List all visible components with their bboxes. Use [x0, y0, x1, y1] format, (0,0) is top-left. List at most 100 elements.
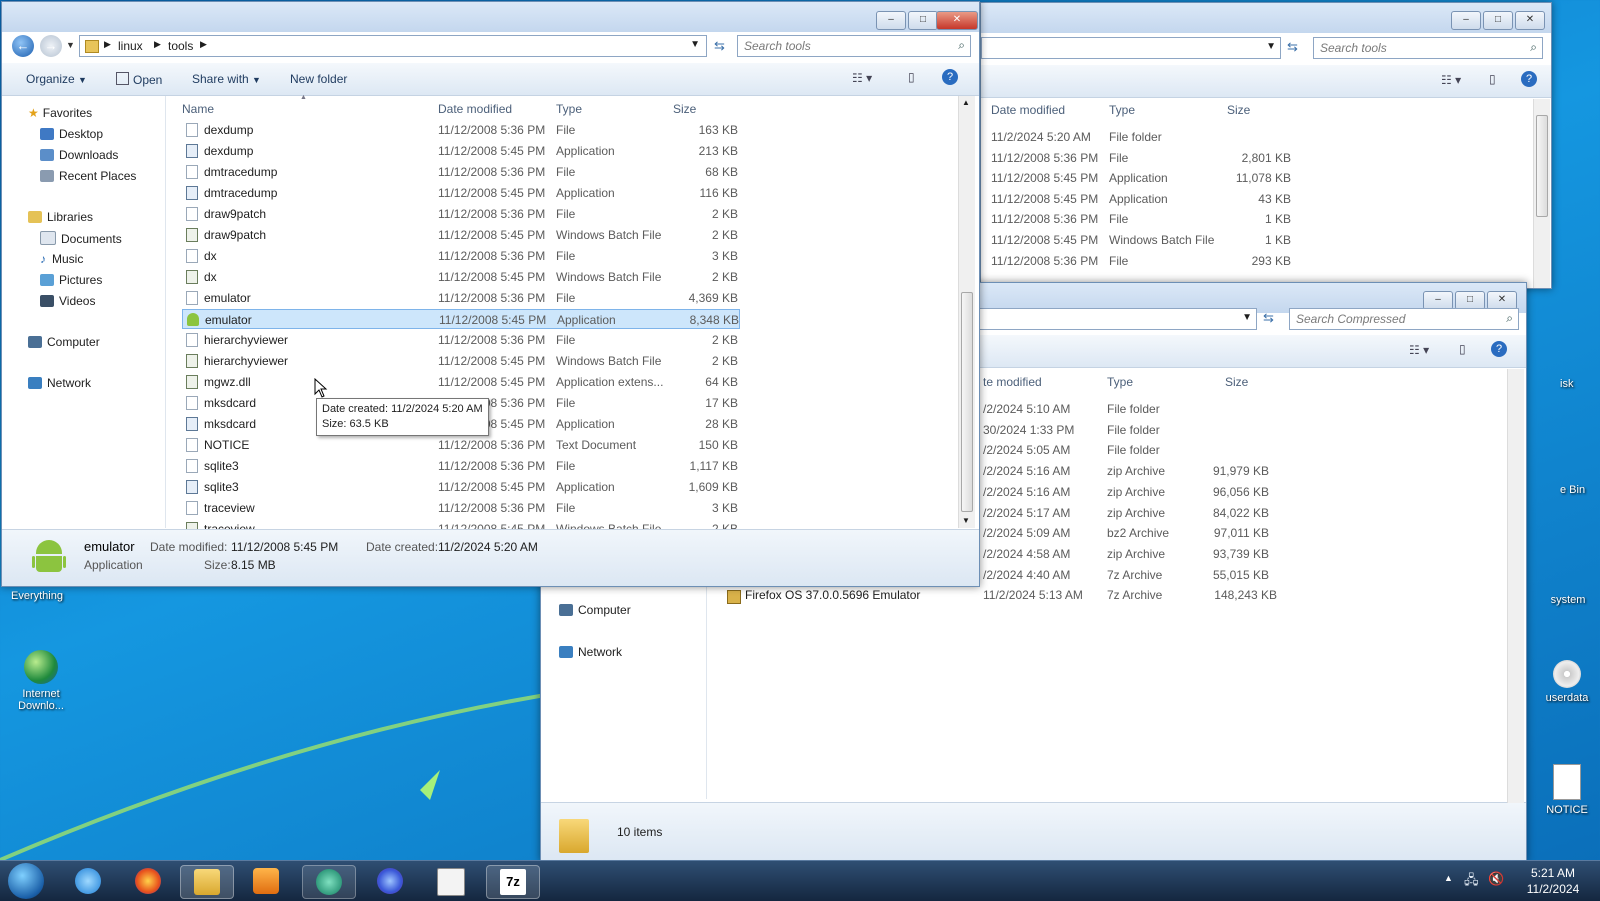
file-row[interactable]: 11/2/2024 5:20 AM File folder: [991, 130, 1301, 150]
title-bar[interactable]: [2, 2, 979, 32]
file-row[interactable]: 11/12/2008 5:36 PM File 2,801 KB: [991, 151, 1301, 171]
file-row[interactable]: sqlite3 11/12/2008 5:36 PM File 1,117 KB: [182, 456, 740, 476]
file-row[interactable]: dexdump 11/12/2008 5:36 PM File 163 KB: [182, 120, 740, 140]
nav-item-computer[interactable]: Computer: [28, 335, 100, 349]
nav-item-downloads[interactable]: Downloads: [40, 148, 118, 162]
file-row[interactable]: /2/2024 4:40 AM 7z Archive 55,015 KB: [983, 568, 1283, 588]
recent-pages-dropdown-icon[interactable]: ▼: [66, 40, 75, 50]
file-row[interactable]: 11/12/2008 5:45 PM Windows Batch File 1 KB: [991, 233, 1301, 253]
start-orb-button[interactable]: [8, 863, 44, 899]
scroll-down-arrow-icon[interactable]: ▼: [962, 516, 970, 525]
column-header-name[interactable]: Name: [182, 102, 214, 116]
column-header-date[interactable]: te modified: [983, 375, 1042, 389]
taskbar-firefox-dev[interactable]: [364, 865, 416, 897]
file-row[interactable]: hierarchyviewer 11/12/2008 5:45 PM Windows…: [182, 351, 740, 371]
nav-item-libraries[interactable]: Libraries: [28, 210, 93, 224]
file-row[interactable]: sqlite3 11/12/2008 5:45 PM Application 1,60…: [182, 477, 740, 497]
new-folder-button[interactable]: New folder: [290, 72, 347, 86]
address-bar[interactable]: ▶ linux ▶ tools ▶ ▼: [79, 35, 707, 57]
desktop-icon-disk[interactable]: isk: [1560, 378, 1600, 390]
search-input[interactable]: Search tools ⌕: [1313, 37, 1543, 59]
help-icon[interactable]: ?: [1521, 71, 1537, 87]
file-row[interactable]: emulator 11/12/2008 5:36 PM File 4,369 KB: [182, 288, 740, 308]
file-row[interactable]: NOTICE 11/12/2008 5:36 PM Text Document 150…: [182, 435, 740, 455]
volume-muted-icon[interactable]: 🔇: [1488, 871, 1504, 887]
taskbar-firefox[interactable]: [122, 865, 174, 897]
view-options-icon[interactable]: ☷ ▾: [1409, 343, 1429, 357]
taskbar-internet-explorer[interactable]: [62, 865, 114, 897]
search-icon[interactable]: ⌕: [1506, 311, 1513, 326]
file-row[interactable]: hierarchyviewer 11/12/2008 5:36 PM File 2 K…: [182, 330, 740, 350]
back-button[interactable]: ←: [12, 35, 34, 57]
taskbar-file-explorer[interactable]: [180, 865, 234, 899]
file-row[interactable]: 11/12/2008 5:36 PM File 293 KB: [991, 254, 1301, 274]
desktop-icon-everything[interactable]: Everything: [2, 590, 72, 602]
close-button[interactable]: ✕: [936, 11, 978, 30]
file-row[interactable]: draw9patch 11/12/2008 5:45 PM Windows Batc…: [182, 225, 740, 245]
column-header-type[interactable]: Type: [556, 102, 582, 116]
file-row[interactable]: /2/2024 5:05 AM File folder: [983, 443, 1283, 463]
breadcrumb-linux[interactable]: linux: [118, 39, 143, 53]
nav-item-desktop[interactable]: Desktop: [40, 127, 103, 141]
vertical-scrollbar[interactable]: ▲ ▼: [958, 96, 975, 528]
column-header-size[interactable]: Size: [1227, 103, 1250, 117]
nav-item-computer[interactable]: Computer: [559, 603, 631, 617]
file-row[interactable]: emulator 11/12/2008 5:45 PM Application 8,3…: [182, 309, 740, 329]
share-with-button[interactable]: Share with ▼: [192, 72, 261, 86]
nav-item-recent-places[interactable]: Recent Places: [40, 169, 136, 183]
file-row[interactable]: dmtracedump 11/12/2008 5:45 PM Application…: [182, 183, 740, 203]
file-row[interactable]: /2/2024 5:16 AM zip Archive 91,979 KB: [983, 464, 1283, 484]
network-tray-icon[interactable]: 🖧: [1464, 871, 1479, 893]
search-icon[interactable]: ⌕: [1530, 40, 1537, 55]
show-hidden-icons-icon[interactable]: ▲: [1444, 873, 1453, 883]
close-button[interactable]: ✕: [1515, 11, 1545, 30]
file-row[interactable]: 30/2024 1:33 PM File folder: [983, 423, 1283, 443]
clock[interactable]: 5:21 AM 11/2/2024: [1518, 865, 1588, 897]
explorer-window-main[interactable]: – □ ✕ ← → ▼ ▶ linux ▶ tools ▶ ▼ ⇆ Search…: [1, 1, 980, 587]
dropdown-arrow-icon[interactable]: ▼: [1242, 312, 1252, 323]
preview-pane-icon[interactable]: ▯: [908, 70, 915, 84]
view-options-icon[interactable]: ☷ ▾: [1441, 73, 1461, 87]
refresh-icon[interactable]: ⇆: [1287, 39, 1298, 55]
file-row-firefox-emulator[interactable]: Firefox OS 37.0.0.5696 Emulator 11/2/202…: [727, 588, 1287, 608]
address-dropdown-icon[interactable]: ▼: [690, 39, 700, 50]
search-input[interactable]: Search Compressed ⌕: [1289, 308, 1519, 330]
column-header-type[interactable]: Type: [1109, 103, 1135, 117]
taskbar-media-player[interactable]: [240, 865, 292, 897]
desktop-icon-system[interactable]: system: [1538, 594, 1598, 606]
search-input[interactable]: Search tools ⌕: [737, 35, 971, 57]
preview-pane-icon[interactable]: ▯: [1459, 342, 1466, 356]
file-row[interactable]: /2/2024 5:09 AM bz2 Archive 97,011 KB: [983, 526, 1283, 546]
file-row[interactable]: dexdump 11/12/2008 5:45 PM Application 213 …: [182, 141, 740, 161]
desktop-icon-internet-download[interactable]: Internet Downlo...: [6, 650, 76, 712]
nav-item-videos[interactable]: Videos: [40, 294, 95, 308]
file-row[interactable]: 11/12/2008 5:36 PM File 1 KB: [991, 212, 1301, 232]
column-header-type[interactable]: Type: [1107, 375, 1133, 389]
nav-item-documents[interactable]: Documents: [40, 231, 122, 246]
file-row[interactable]: /2/2024 4:58 AM zip Archive 93,739 KB: [983, 547, 1283, 567]
file-row[interactable]: /2/2024 5:17 AM zip Archive 84,022 KB: [983, 506, 1283, 526]
open-button[interactable]: Open: [116, 72, 162, 87]
file-row[interactable]: draw9patch 11/12/2008 5:36 PM File 2 KB: [182, 204, 740, 224]
file-row[interactable]: dx 11/12/2008 5:36 PM File 3 KB: [182, 246, 740, 266]
column-header-size[interactable]: Size: [673, 102, 696, 116]
file-row[interactable]: /2/2024 5:10 AM File folder: [983, 402, 1283, 422]
desktop-icon-notice[interactable]: NOTICE: [1536, 764, 1598, 816]
file-row[interactable]: /2/2024 5:16 AM zip Archive 96,056 KB: [983, 485, 1283, 505]
dropdown-arrow-icon[interactable]: ▼: [1266, 41, 1276, 52]
refresh-icon[interactable]: ⇆: [714, 38, 725, 54]
file-row[interactable]: dx 11/12/2008 5:45 PM Windows Batch File 2 …: [182, 267, 740, 287]
vertical-scrollbar[interactable]: [1507, 369, 1524, 803]
taskbar-notepad[interactable]: [424, 865, 476, 897]
scrollbar-thumb[interactable]: [961, 292, 973, 512]
file-row[interactable]: dmtracedump 11/12/2008 5:36 PM File 68 KB: [182, 162, 740, 182]
maximize-button[interactable]: □: [1483, 11, 1513, 30]
refresh-icon[interactable]: ⇆: [1263, 310, 1274, 326]
desktop-icon-recycle-bin[interactable]: e Bin: [1560, 484, 1600, 496]
file-row[interactable]: 11/12/2008 5:45 PM Application 43 KB: [991, 192, 1301, 212]
taskbar-app-green[interactable]: [302, 865, 356, 899]
column-header-date[interactable]: Date modified: [438, 102, 512, 116]
breadcrumb-tools[interactable]: tools: [168, 39, 193, 53]
nav-item-network[interactable]: Network: [28, 376, 91, 390]
nav-item-network[interactable]: Network: [559, 645, 622, 659]
